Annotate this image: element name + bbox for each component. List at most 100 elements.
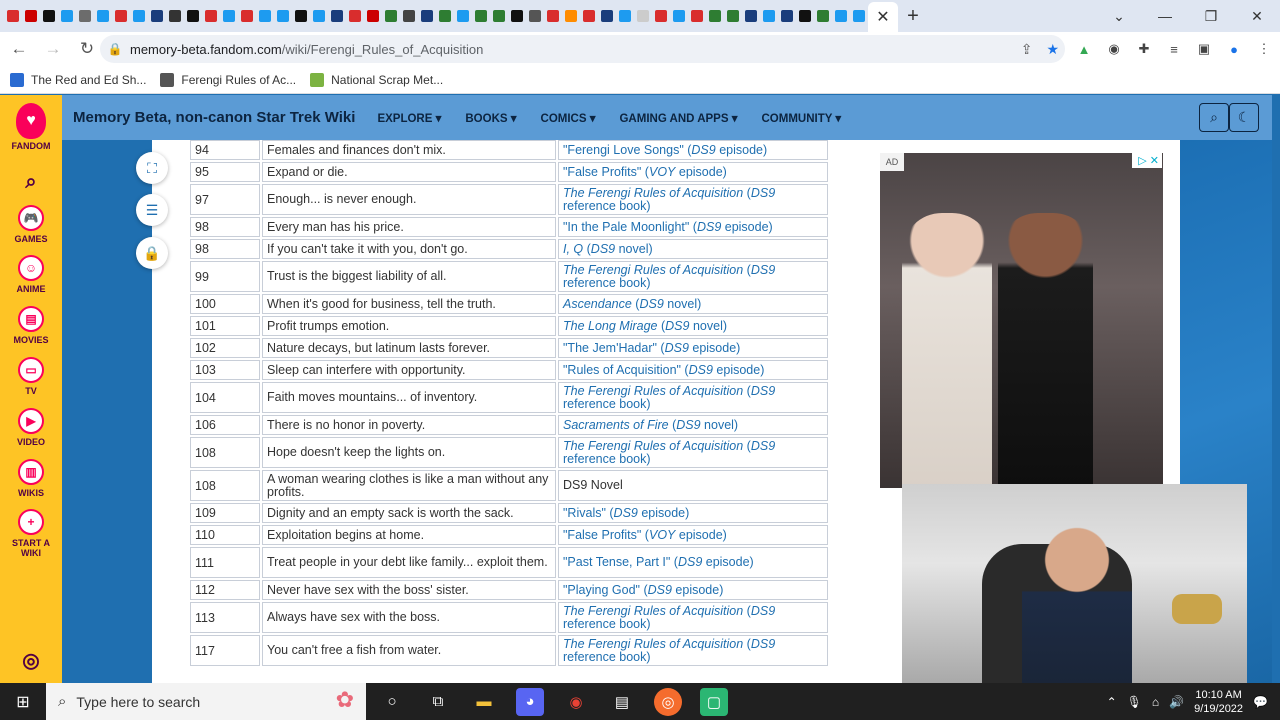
tab-favicon[interactable] [652,0,670,32]
clock[interactable]: 10:10 AM 9/19/2022 [1194,688,1243,716]
source-link-text[interactable]: episode) [702,555,754,569]
source-link-text[interactable]: The Ferengi Rules of Acquisition [563,263,743,277]
tab-favicon[interactable] [112,0,130,32]
tab-favicon[interactable] [706,0,724,32]
menu-icon[interactable]: ⋮ [1256,41,1272,57]
tab-favicon[interactable] [364,0,382,32]
source-link-text[interactable]: DS9 [751,186,775,200]
source-link-text[interactable]: The Ferengi Rules of Acquisition [563,186,743,200]
network-icon[interactable]: ⌂ [1152,695,1159,709]
new-tab-icon[interactable]: + [898,0,928,32]
tab-favicon[interactable] [382,0,400,32]
wiki-nav-item[interactable]: EXPLORE ▾ [377,111,441,125]
rule-source[interactable]: I, Q (DS9 novel) [558,239,828,259]
tab-favicon[interactable] [418,0,436,32]
rule-source[interactable]: "Rivals" (DS9 episode) [558,503,828,523]
tab-favicon[interactable] [148,0,166,32]
tab-favicon[interactable] [454,0,472,32]
close-window-icon[interactable]: ✕ [1234,0,1280,32]
tab-favicon[interactable] [76,0,94,32]
tab-favicon[interactable] [238,0,256,32]
tab-favicon[interactable] [292,0,310,32]
source-link-text[interactable]: DS9 Novel [563,478,623,492]
rule-source[interactable]: "The Jem'Hadar" (DS9 episode) [558,338,828,358]
source-link-text[interactable]: The Ferengi Rules of Acquisition [563,439,743,453]
source-link-text[interactable]: The Ferengi Rules of Acquisition [563,384,743,398]
source-link-text[interactable]: "False Profits" ( [563,528,649,542]
rule-source[interactable]: "Ferengi Love Songs" (DS9 episode) [558,140,828,160]
tab-favicon[interactable] [544,0,562,32]
bookmark-item[interactable]: The Red and Ed Sh... [10,72,146,87]
minimize-icon[interactable]: — [1142,0,1188,32]
tab-favicon[interactable] [490,0,508,32]
source-link-text[interactable]: DS9 [614,506,638,520]
tab-favicon[interactable] [580,0,598,32]
source-link-text[interactable]: ( [658,319,665,333]
bookmark-star-icon[interactable]: ★ [1046,41,1059,58]
source-link-text[interactable]: DS9 [751,604,775,618]
rule-source[interactable]: The Ferengi Rules of Acquisition (DS9 re… [558,602,828,633]
bookmark-item[interactable]: Ferengi Rules of Ac... [160,72,296,87]
tab-favicon[interactable] [670,0,688,32]
tab-favicon[interactable] [220,0,238,32]
source-link-text[interactable]: VOY [649,165,675,179]
wiki-search-icon[interactable]: ⌕ [1199,103,1229,132]
profile-avatar-icon[interactable]: ● [1226,41,1242,57]
fandom-nav-games[interactable]: 🎮 GAMES [0,205,62,244]
source-link-text[interactable]: episode) [689,341,740,355]
wiki-nav-item[interactable]: GAMING AND APPS ▾ [619,111,737,125]
tab-favicon[interactable] [166,0,184,32]
source-link-text[interactable]: DS9 [676,418,700,432]
source-link-text[interactable]: episode) [675,528,727,542]
forward-icon[interactable]: → [38,34,68,64]
tab-favicon[interactable] [598,0,616,32]
rule-source[interactable]: The Ferengi Rules of Acquisition (DS9 re… [558,437,828,468]
source-link-text[interactable]: novel) [689,319,727,333]
source-link-text[interactable]: reference book) [563,276,651,290]
source-link-text[interactable]: novel) [615,242,653,256]
source-link-text[interactable]: DS9 [678,555,702,569]
origin-icon[interactable]: ◎ [654,687,682,716]
rule-source[interactable]: Ascendance (DS9 novel) [558,294,828,314]
source-link-text[interactable]: DS9 [648,583,672,597]
extension-icon[interactable]: ◉ [1106,41,1122,57]
source-link-text[interactable]: reference book) [563,650,651,664]
tab-favicon[interactable] [184,0,202,32]
tab-favicon[interactable] [310,0,328,32]
rule-source[interactable]: The Long Mirage (DS9 novel) [558,316,828,336]
tab-favicon[interactable] [130,0,148,32]
user-account-icon[interactable]: ◎ [0,648,62,673]
tab-favicon[interactable] [724,0,742,32]
source-link-text[interactable]: "Rules of Acquisition" ( [563,363,689,377]
sidepanel-icon[interactable]: ▣ [1196,41,1212,57]
rule-source[interactable]: "In the Pale Moonlight" (DS9 episode) [558,217,828,237]
source-link-text[interactable]: Ascendance [563,297,632,311]
discord-icon[interactable]: ◕ [516,687,544,716]
source-link-text[interactable]: DS9 [689,363,713,377]
source-link-text[interactable]: ( [743,439,751,453]
source-link-text[interactable]: ( [743,604,751,618]
tab-favicon[interactable] [400,0,418,32]
source-link-text[interactable]: "Playing God" ( [563,583,648,597]
wiki-nav-item[interactable]: COMICS ▾ [541,111,596,125]
tab-favicon[interactable] [634,0,652,32]
notifications-icon[interactable]: 💬 [1253,695,1268,709]
source-link-text[interactable]: DS9 [751,439,775,453]
media-icon[interactable]: ≡ [1166,41,1182,57]
source-link-text[interactable]: "Ferengi Love Songs" ( [563,143,691,157]
terminal-icon[interactable]: ▤ [608,688,636,716]
lock-icon[interactable]: 🔒 [100,42,130,56]
search-icon[interactable]: ⌕ [0,171,62,194]
fandom-nav-movies[interactable]: ▤ MOVIES [0,306,62,345]
rule-source[interactable]: "Past Tense, Part I" (DS9 episode) [558,547,828,578]
fandom-nav-start-a-wiki[interactable]: + START A WIKI [0,509,62,558]
share-icon[interactable]: ⇪ [1021,41,1033,58]
source-link-text[interactable]: DS9 [639,297,663,311]
task-view-icon[interactable]: ⧉ [424,688,452,716]
file-explorer-icon[interactable]: ▬ [470,688,498,716]
rule-source[interactable]: DS9 Novel [558,470,828,501]
source-link-text[interactable]: reference book) [563,199,651,213]
tab-favicon[interactable] [94,0,112,32]
rule-source[interactable]: The Ferengi Rules of Acquisition (DS9 re… [558,184,828,215]
dark-mode-icon[interactable]: ☾ [1229,103,1259,132]
